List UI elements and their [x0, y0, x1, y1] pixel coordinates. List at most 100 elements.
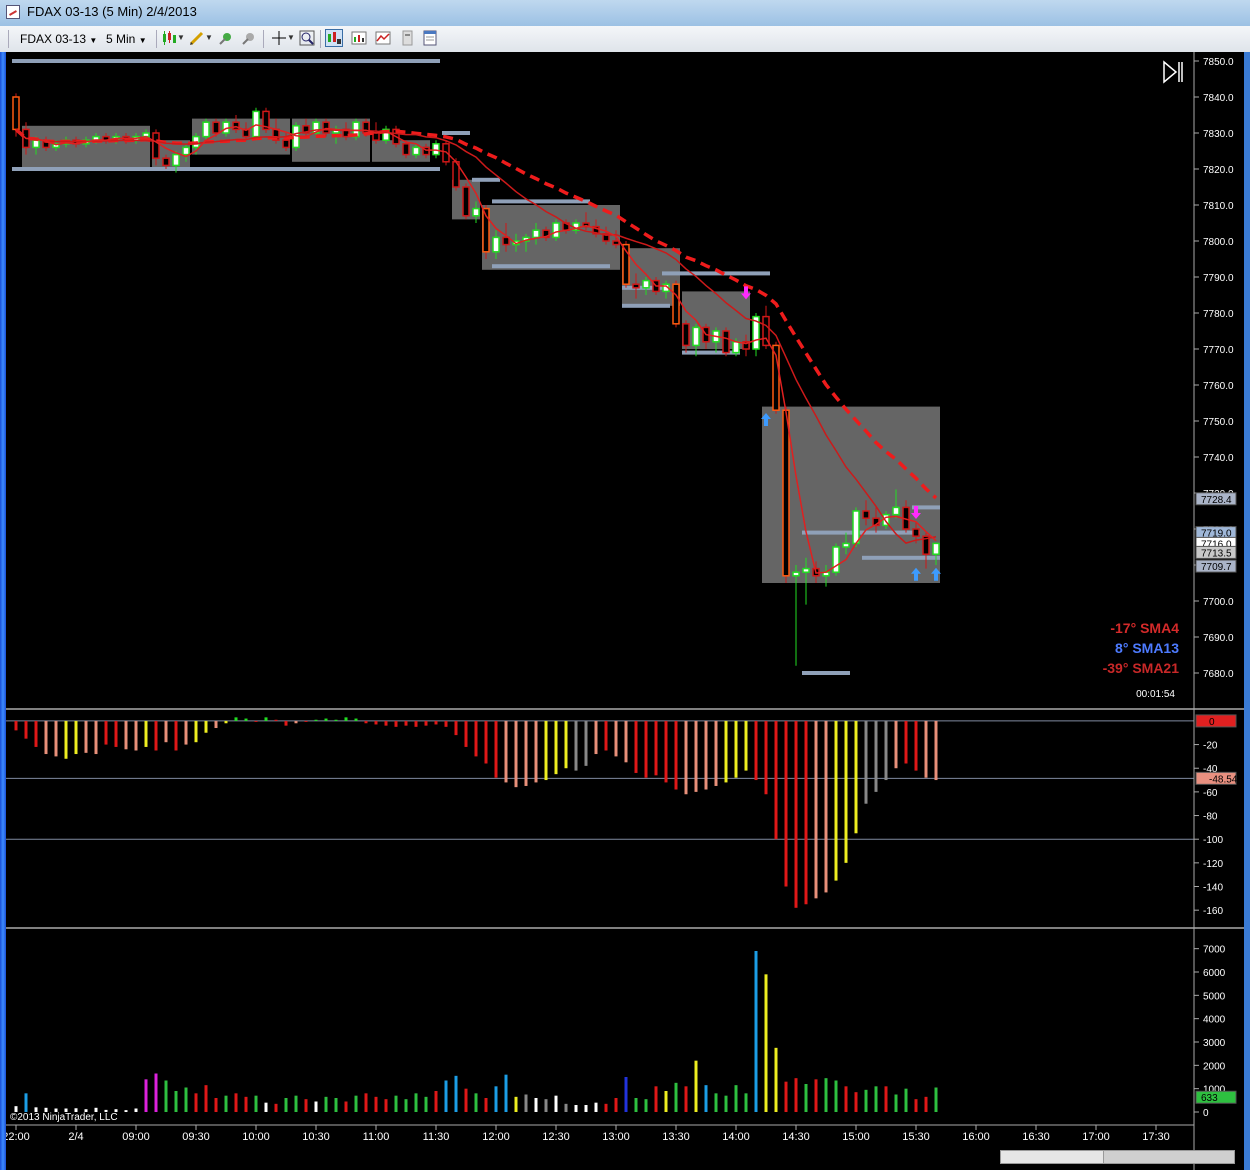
toolbar-grip	[8, 30, 9, 48]
crosshair-icon[interactable]	[270, 29, 288, 47]
window-titlebar[interactable]: FDAX 03-13 (5 Min) 2/4/2013	[0, 0, 1250, 27]
crosshair-plus-icon[interactable]	[217, 29, 235, 47]
osc-bar	[584, 720, 588, 766]
chart-canvas[interactable]: -20-40-60-80-100-120-140-1600-48.54 7000…	[6, 52, 1244, 1170]
osc-bar	[274, 719, 278, 721]
volume-bar	[774, 1047, 778, 1112]
candle-body	[472, 207, 480, 217]
time-tick-label: 17:00	[1082, 1131, 1110, 1143]
candle-body	[402, 143, 410, 156]
osc-bar	[734, 720, 738, 778]
osc-bar	[774, 720, 778, 840]
osc-bar	[324, 718, 328, 721]
candle-body	[682, 323, 690, 347]
candle-body	[232, 121, 240, 131]
osc-bar	[334, 719, 338, 721]
chevron-down-icon[interactable]: ▼	[205, 29, 213, 47]
price-level-bar	[662, 271, 770, 276]
osc-bar	[484, 720, 488, 764]
candle-body	[162, 157, 170, 167]
price-badge-label: 7728.4	[1201, 495, 1232, 506]
price-level-bar	[12, 59, 440, 63]
chart-toolbar: FDAX 03-13 ▼ 5 Min ▼ ▼ ▼ ▼	[0, 26, 1250, 53]
volume-bar	[744, 1093, 748, 1112]
properties-icon[interactable]	[398, 29, 416, 47]
volume-bar	[584, 1105, 588, 1112]
candle-body	[172, 153, 180, 167]
volume-bar	[234, 1093, 238, 1112]
strategies-icon[interactable]	[374, 29, 392, 47]
horizontal-scrollbar[interactable]	[1000, 1150, 1235, 1164]
volume-bar	[624, 1077, 628, 1112]
volume-bar	[384, 1099, 388, 1112]
indicators-icon[interactable]	[350, 29, 368, 47]
osc-bar	[194, 720, 198, 743]
volume-bar	[894, 1094, 898, 1112]
volume-tick-label: 4000	[1203, 1015, 1226, 1026]
templates-icon[interactable]	[421, 29, 439, 47]
time-tick-label: 16:00	[962, 1131, 990, 1143]
osc-bar	[464, 720, 468, 747]
pencil-draw-icon[interactable]	[188, 29, 206, 47]
toolbar-separator	[320, 30, 321, 48]
candle-body	[832, 546, 840, 573]
price-tick-label: 7820.0	[1203, 165, 1234, 176]
osc-bar	[474, 720, 478, 757]
volume-tick-label: 2000	[1203, 1061, 1226, 1072]
osc-bar	[124, 720, 128, 750]
candle-body	[552, 222, 560, 239]
osc-bar	[254, 720, 258, 722]
volume-bar	[504, 1074, 508, 1112]
chevron-down-icon[interactable]: ▼	[177, 29, 185, 47]
price-tick-label: 7800.0	[1203, 237, 1234, 248]
volume-bar	[634, 1098, 638, 1112]
osc-bar	[694, 720, 698, 792]
volume-bar	[484, 1098, 488, 1112]
osc-bar	[674, 720, 678, 790]
osc-tick-label: -80	[1203, 812, 1218, 823]
time-tick-label: 22:00	[6, 1131, 30, 1143]
volume-bar	[124, 1110, 128, 1112]
osc-bar	[344, 717, 348, 721]
volume-bar	[554, 1095, 558, 1112]
chart-style-candlestick-icon[interactable]	[160, 29, 178, 47]
volume-bar	[254, 1095, 258, 1112]
volume-bar	[794, 1078, 798, 1112]
osc-bar	[704, 720, 708, 790]
price-level-bar	[442, 131, 470, 135]
data-series-icon[interactable]	[325, 29, 343, 47]
toolbar-separator	[263, 30, 264, 48]
osc-bar	[454, 720, 458, 736]
osc-bar	[34, 720, 38, 747]
volume-bar	[934, 1087, 938, 1112]
remove-drawing-icon[interactable]	[240, 29, 258, 47]
price-tick-label: 7740.0	[1203, 453, 1234, 464]
window-title: FDAX 03-13 (5 Min) 2/4/2013	[27, 4, 197, 19]
volume-bar	[684, 1086, 688, 1112]
instrument-selector[interactable]: FDAX 03-13 ▼	[20, 30, 100, 48]
osc-bar	[164, 720, 168, 743]
candle-body	[912, 528, 920, 537]
osc-bar	[294, 720, 298, 724]
candle-body	[632, 283, 640, 289]
osc-bar	[74, 720, 78, 755]
osc-bar	[374, 720, 378, 725]
zoom-icon[interactable]	[298, 29, 316, 47]
volume-bar	[764, 974, 768, 1112]
osc-bar	[44, 720, 48, 755]
scrollbar-thumb[interactable]	[1103, 1151, 1234, 1163]
volume-tick-label: 0	[1203, 1108, 1209, 1119]
osc-badge	[1195, 714, 1237, 728]
interval-selector[interactable]: 5 Min ▼	[106, 30, 154, 48]
volume-tick-label: 3000	[1203, 1038, 1226, 1049]
osc-bar	[214, 720, 218, 729]
volume-bar	[514, 1096, 518, 1112]
price-level-bar	[862, 555, 940, 560]
osc-bar	[94, 720, 98, 755]
volume-bar	[534, 1098, 538, 1112]
osc-tick-label: -100	[1203, 835, 1223, 846]
osc-bar	[594, 720, 598, 755]
legend-sma4: -17° SMA4	[1110, 620, 1179, 636]
chevron-down-icon[interactable]: ▼	[287, 29, 295, 47]
osc-bar	[714, 720, 718, 786]
